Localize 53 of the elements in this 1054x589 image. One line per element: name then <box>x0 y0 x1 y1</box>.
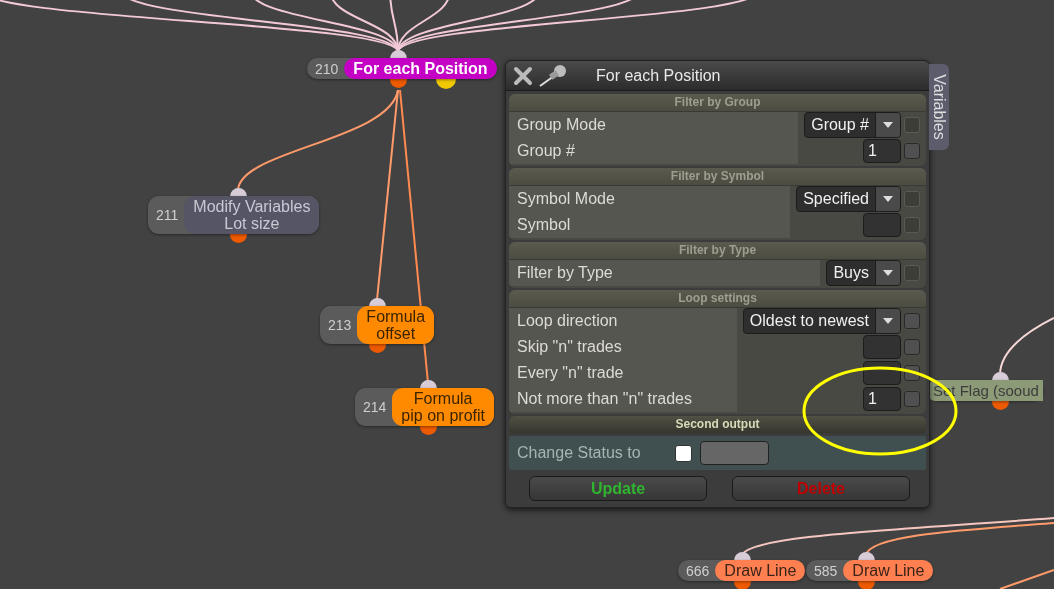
field-label: Loop direction <box>509 308 737 334</box>
input-field[interactable]: 1 <box>863 139 901 163</box>
dropdown[interactable]: Oldest to newest <box>742 308 901 334</box>
variables-tab[interactable]: Variables <box>929 64 949 150</box>
node-label: Modify Variables Lot size <box>184 196 320 234</box>
caret-icon <box>883 270 893 276</box>
node-label: Formula offset <box>357 306 435 344</box>
field-label: Skip "n" trades <box>509 334 737 360</box>
field-label: Change Status to <box>517 444 642 462</box>
node-number: 211 <box>155 206 180 225</box>
dialog-title: For each Position <box>596 66 721 85</box>
field-label: Every "n" trade <box>509 360 737 386</box>
connector-line <box>999 569 1054 589</box>
field-label: Group # <box>509 138 799 164</box>
caret-icon <box>883 318 893 324</box>
update-button[interactable]: Update <box>529 476 707 501</box>
section-header: Filter by Type <box>509 242 926 260</box>
input-field[interactable] <box>863 213 901 237</box>
checkbox[interactable] <box>904 339 920 355</box>
node-number: 214 <box>362 398 388 417</box>
section-header: Filter by Symbol <box>509 168 926 186</box>
node-label: For each Position <box>344 58 497 79</box>
field-label: Group Mode <box>509 112 799 138</box>
node-number: 213 <box>327 316 353 335</box>
checkbox[interactable] <box>904 143 920 159</box>
close-icon[interactable] <box>512 65 534 86</box>
node-label: Draw Line <box>843 560 934 581</box>
section-header: Filter by Group <box>509 94 926 112</box>
field-label: Symbol <box>509 212 791 238</box>
section-header: Loop settings <box>509 290 926 308</box>
dropdown[interactable]: Specified <box>796 186 901 212</box>
checkbox[interactable] <box>904 313 920 329</box>
node[interactable]: 585 Draw Line <box>806 560 934 581</box>
checkbox[interactable] <box>675 444 692 462</box>
input-field[interactable]: 1 <box>863 387 901 411</box>
checkbox[interactable] <box>904 391 920 407</box>
input-field[interactable] <box>863 335 901 359</box>
dropdown[interactable]: Buys <box>826 260 901 286</box>
node[interactable]: 210 For each Position <box>307 58 497 79</box>
section-header: Second output <box>509 416 926 434</box>
status-field[interactable] <box>700 441 769 465</box>
caret-icon <box>883 122 893 128</box>
node-number: 666 <box>685 561 711 581</box>
node-number: 585 <box>813 561 839 581</box>
field-label: Not more than "n" trades <box>509 386 737 412</box>
dropdown[interactable]: Group # <box>804 112 901 138</box>
node-number: 210 <box>314 59 340 79</box>
node-label: Draw Line <box>715 560 806 581</box>
field-label: Filter by Type <box>509 260 821 286</box>
caret-icon <box>883 196 893 202</box>
node[interactable]: 666 Draw Line <box>678 560 806 581</box>
node-label: Formula pip on profit <box>392 388 494 426</box>
field-label: Symbol Mode <box>509 186 791 212</box>
